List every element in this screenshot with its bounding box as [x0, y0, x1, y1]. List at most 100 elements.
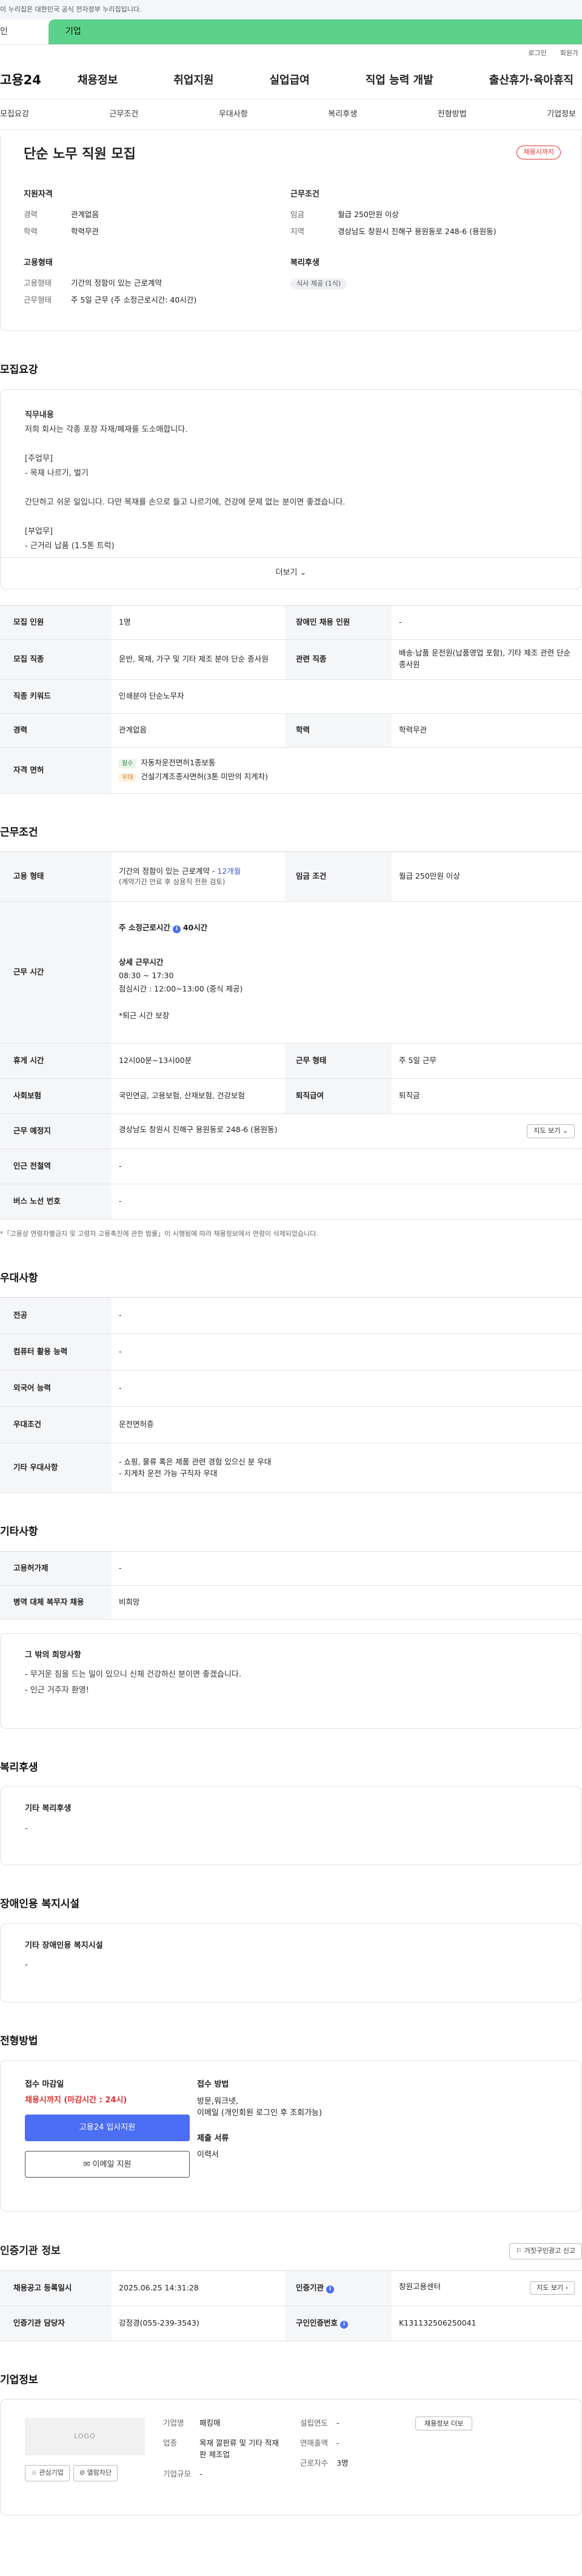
agency-map-button[interactable]: 지도 보기 › [530, 2281, 575, 2295]
etc-wish-card: 그 밖의 희망사항 - 무거운 짐을 드는 일이 있으니 신체 건강하신 분이면… [0, 1632, 582, 1729]
snb-welfare[interactable]: 복리후생 [328, 109, 357, 121]
snb-pref[interactable]: 우대사항 [219, 109, 248, 121]
gov-notice-text: 이 누리집은 대한민국 공식 전자정부 누리집입니다. [0, 5, 142, 13]
row-value: K131132506250041 [392, 2306, 582, 2341]
hours-line: 상세 근무시간 [119, 957, 164, 967]
desc-line: 간단하고 쉬운 일입니다. 다만 목재를 손으로 들고 나르기에, 건강에 문제… [25, 497, 346, 507]
desc-line [25, 481, 558, 495]
info-icon[interactable]: i [172, 925, 181, 934]
company-logo: LOGO [25, 2418, 145, 2455]
company-jobs-button[interactable]: 채용정보 더보 [415, 2417, 473, 2430]
row-value: 운전면허증 [112, 1406, 582, 1443]
license-value: 자동차운전면허1종보통 [141, 758, 216, 768]
row-label: 외국어 능력 [0, 1370, 112, 1407]
hours-value: 40시간 [182, 923, 208, 933]
row-value: - 쇼핑, 물류 혹은 제품 관련 경험 있으신 분 우대 [119, 1457, 272, 1466]
desc-line: 저희 회사는 각종 포장 자재/폐재를 도소매합니다. [25, 424, 188, 434]
emp-label: 근무형태 [24, 295, 52, 305]
desc-line [25, 510, 558, 525]
row-label: 경력 [0, 713, 112, 748]
agency-table: 채용공고 등록일시 2025.06.25 14:31:28 인증기관 i 창원고용… [0, 2270, 582, 2341]
row-value: 배송·납품 운전원(납품영업 포함), 기타 제조 관련 단순 종사원 [392, 639, 582, 680]
info-icon[interactable]: i [340, 2320, 349, 2329]
card-value: - [25, 1823, 28, 1833]
block-icon: ⊘ [79, 2469, 85, 2477]
row-label: 관련 직종 [285, 639, 392, 680]
row-value: - [392, 605, 582, 640]
site-logo[interactable]: 고용24 [0, 71, 78, 90]
company-label: 기업명 [163, 2418, 184, 2427]
place-cell: 경상남도 창원시 진해구 용원동로 248-6 (용원동) 지도 보기 ⌄ [112, 1113, 582, 1149]
place-value: 경상남도 창원시 진해구 용원동로 248-6 (용원동) [119, 1125, 278, 1135]
hours-cell: 주 소정근로시간 i 40시간 상세 근무시간 08:30 ~ 17:30 점심시간… [112, 901, 582, 1044]
block-button[interactable]: ⊘ 열람차단 [73, 2465, 118, 2481]
agency-org-cell: 창원고용센터 지도 보기 › [392, 2270, 582, 2306]
info-icon[interactable]: i [326, 2285, 335, 2293]
chevron-right-icon: › [565, 2283, 568, 2292]
desc-line: - 목재 나르기, 벌기 [25, 468, 89, 478]
report-button[interactable]: ⚐ 거짓구인광고 신고 [509, 2243, 582, 2259]
row-value: 비희망 [112, 1585, 582, 1620]
util-links: 로그인 회원가 [0, 45, 582, 62]
desc-line: [주업무] [25, 454, 53, 463]
gnb-item-training[interactable]: 직업 능력 개발 [366, 72, 433, 89]
work-table: 고용 형태 기간의 정함이 있는 근로계약 - 12개월 (계약기간 만료 후 … [0, 851, 582, 1219]
map-button[interactable]: 지도 보기 ⌄ [527, 1124, 575, 1138]
report-icon: ⚐ [516, 2247, 523, 2255]
license-cell: 필수 자동차운전면허1종보통 우대 건설기계조종사면허(3톤 미만의 지게차) [112, 747, 582, 794]
tab-company[interactable]: 기업 [48, 19, 582, 44]
docs-title: 제출 서류 [197, 2133, 229, 2143]
apply-button[interactable]: 고용24 입사지원 [25, 2115, 190, 2141]
gov-notice-bar: 이 누리집은 대한민국 공식 전자정부 누리집입니다. [0, 0, 582, 19]
desc-line: - 근거리 납품 (1.5톤 트럭) [25, 541, 115, 551]
login-link[interactable]: 로그인 [528, 49, 546, 59]
contract-period-link[interactable]: 12개월 [217, 867, 241, 876]
row-label: 고용 형태 [0, 851, 112, 902]
required-tag: 필수 [119, 759, 136, 769]
gnb-item-leave[interactable]: 출산휴가·육아휴직 [489, 72, 574, 89]
method-line: 이메일 (개인회원 로그인 후 조회가능) [197, 2108, 323, 2118]
company-label: 근로자수 [300, 2458, 329, 2467]
map-button-label: 지도 보기 [537, 2283, 564, 2292]
row-value: 퇴직금 [392, 1078, 582, 1114]
qual-value: 관계없음 [71, 209, 99, 219]
apply-card: 접수 마감일 채용시까지 (마감시간 : 24시) 고용24 입사지원 ✉ 이메… [0, 2060, 582, 2212]
row-value: - [112, 1333, 582, 1370]
welfare-summary-title: 복리후생 [290, 258, 319, 267]
row-value: 국민연금, 고용보험, 산재보험, 건강보험 [112, 1078, 285, 1114]
more-label: 더보기 [275, 568, 298, 578]
signup-link[interactable]: 회원가 [560, 49, 578, 59]
more-button[interactable]: 더보기 ⌄ [1, 557, 581, 589]
qual-label: 경력 [24, 209, 38, 219]
age-note: *「고용상 연령차별금지 및 고령자 고용촉진에 관한 법률」이 시행됨에 따라… [0, 1230, 318, 1238]
row-value: 2025.06.25 14:31:28 [112, 2270, 285, 2306]
snb-recruit[interactable]: 모집요강 [0, 109, 29, 121]
row-label: 모집 인원 [0, 605, 112, 640]
snb-work[interactable]: 근무조건 [109, 109, 138, 121]
row-value: 월급 250만원 이상 [392, 851, 582, 902]
apply-section-title: 전형방법 [0, 2034, 38, 2047]
gnb-item-jobs[interactable]: 채용정보 [78, 72, 118, 89]
company-value: 패킹매 [199, 2418, 221, 2427]
row-label: 컴퓨터 활용 능력 [0, 1333, 112, 1370]
row-value: - [112, 1297, 582, 1334]
row-label: 근무 시간 [0, 901, 112, 1044]
row-value: 강정경(055-239-3543) [112, 2306, 285, 2341]
welfare-card: 기타 복리후생 - [0, 1786, 582, 1865]
gnb-item-employment-support[interactable]: 취업지원 [173, 72, 213, 89]
tab-individual[interactable]: 인 [0, 19, 48, 44]
pref-extra-cell: - 쇼핑, 물류 혹은 제품 관련 경험 있으신 분 우대 - 지게차 운전 가능… [112, 1443, 582, 1493]
emp-type-text: 기간의 정함이 있는 근로계약 - [119, 866, 215, 876]
docs-value: 이력서 [197, 2150, 219, 2159]
snb-company[interactable]: 기업정보 [547, 109, 576, 121]
email-apply-button[interactable]: ✉ 이메일 지원 [25, 2151, 190, 2178]
snb-apply[interactable]: 전형방법 [438, 109, 467, 121]
section-nav: 모집요강 근무조건 우대사항 복리후생 전형방법 기업정보 [0, 99, 582, 130]
gnb-item-unemployment[interactable]: 실업급여 [270, 72, 310, 89]
block-label: 열람차단 [87, 2469, 112, 2477]
email-apply-label: 이메일 지원 [92, 2160, 132, 2169]
favorite-button[interactable]: ☆ 관심기업 [25, 2465, 70, 2481]
chevron-down-icon: ⌄ [562, 1127, 568, 1135]
row-label: 휴게 시간 [0, 1043, 112, 1079]
card-line: - 무거운 짐을 드는 일이 있으니 신체 건강하신 분이면 좋겠습니다. [25, 1670, 241, 1679]
